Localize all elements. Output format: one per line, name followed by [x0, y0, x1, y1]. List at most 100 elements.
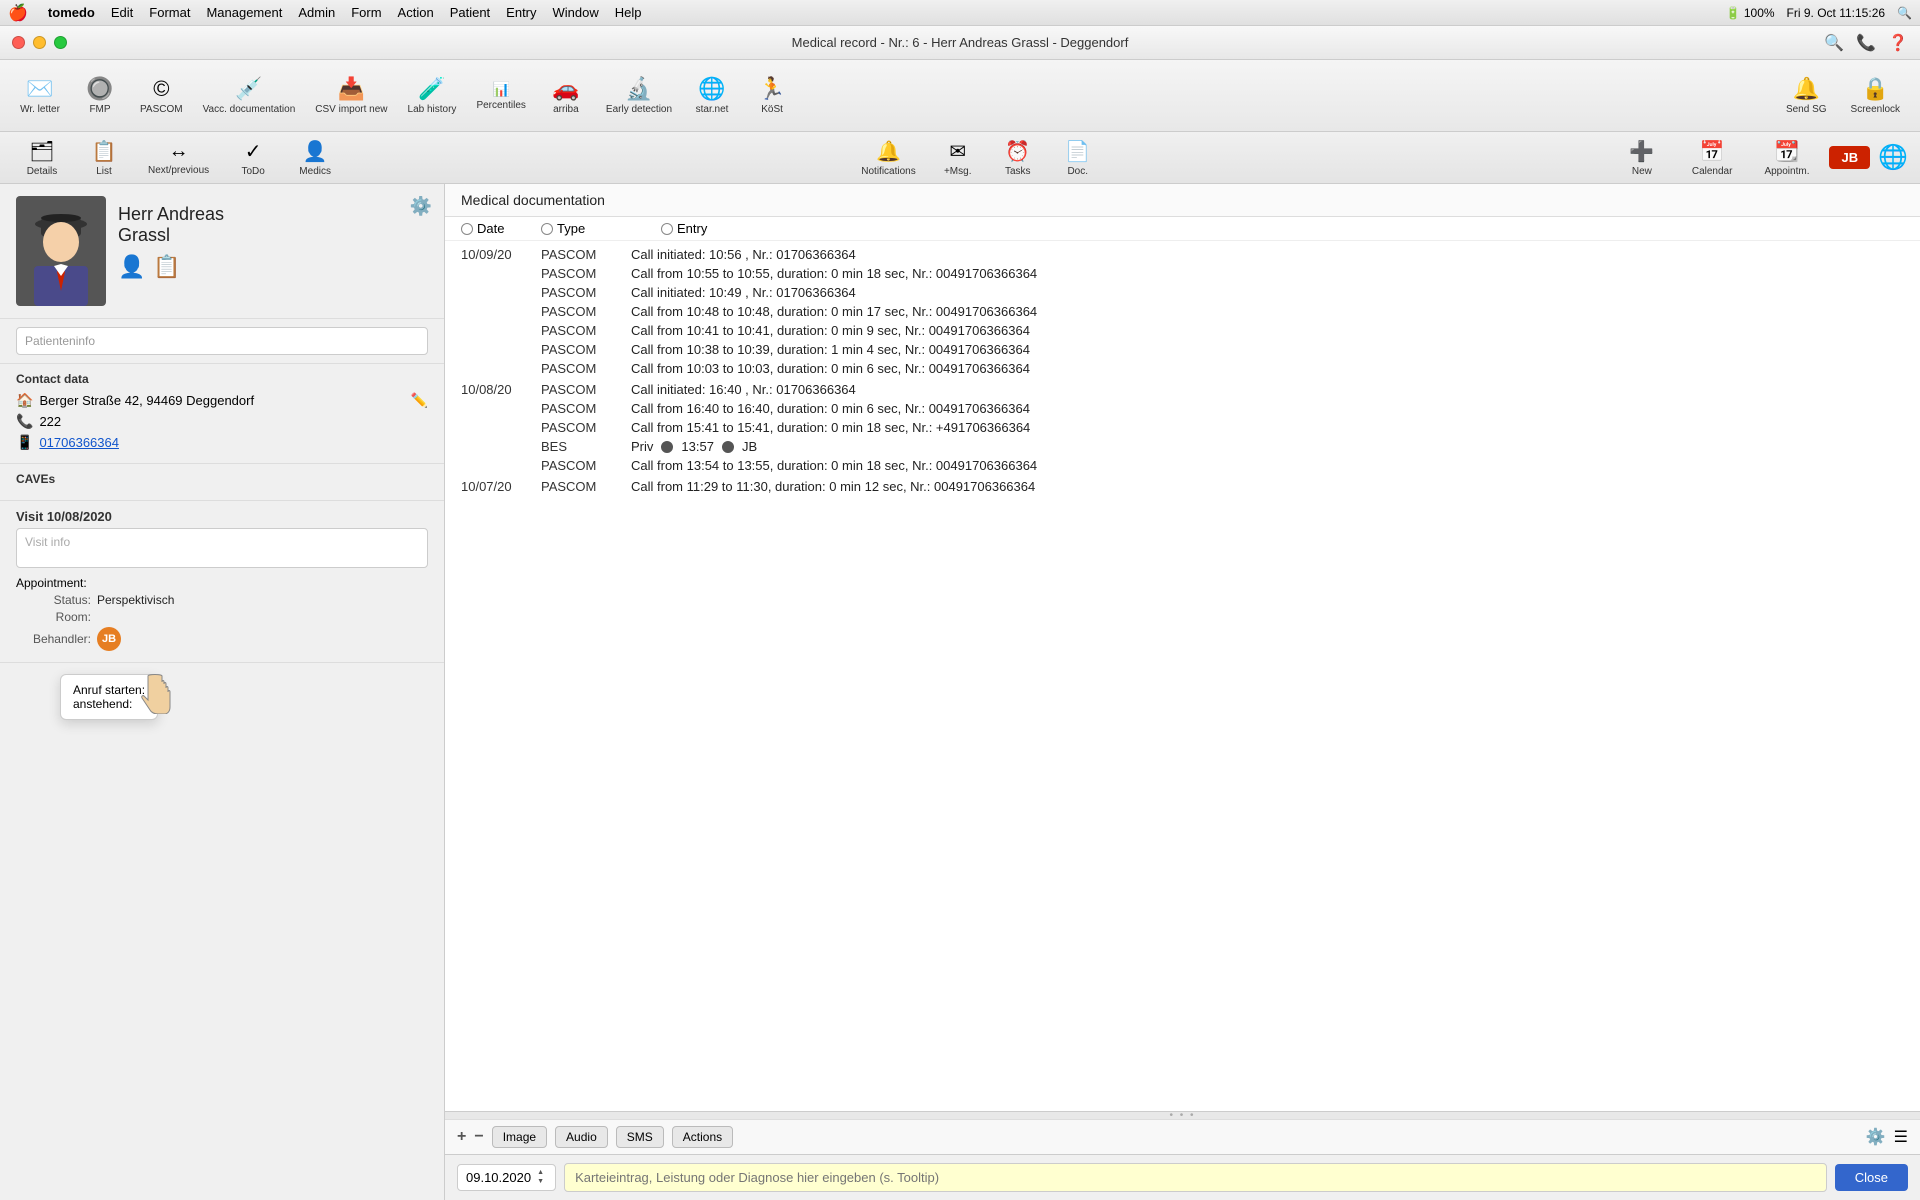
settings-gear-icon[interactable]: ⚙️: [1866, 1127, 1886, 1147]
calendar-button[interactable]: 📅 Calendar: [1680, 135, 1745, 181]
phone-icon[interactable]: 📞: [1856, 33, 1876, 53]
table-row[interactable]: PASCOM Call from 10:55 to 10:55, duratio…: [445, 264, 1920, 283]
table-row[interactable]: PASCOM Call from 10:41 to 10:41, duratio…: [445, 321, 1920, 340]
menu-window[interactable]: Window: [553, 5, 599, 20]
new-button[interactable]: ➕ New: [1612, 135, 1672, 181]
date-radio-btn[interactable]: [461, 223, 473, 235]
appointm-button[interactable]: 📆 Appointm.: [1752, 135, 1821, 181]
table-row[interactable]: PASCOM Call from 16:40 to 16:40, duratio…: [445, 399, 1920, 418]
patient-settings-button[interactable]: ⚙️: [410, 196, 432, 217]
arriba-button[interactable]: 🚗 arriba: [538, 70, 594, 121]
karteieintrag-input[interactable]: [564, 1163, 1827, 1192]
menu-edit[interactable]: Edit: [111, 5, 133, 20]
row-type: PASCOM: [541, 420, 631, 435]
close-window-button[interactable]: [12, 36, 25, 49]
percentiles-label: Percentiles: [476, 100, 525, 111]
entry-radio-btn[interactable]: [661, 223, 673, 235]
audio-button[interactable]: Audio: [555, 1126, 608, 1148]
patient-avatar: [16, 196, 106, 306]
menu-entry[interactable]: Entry: [506, 5, 536, 20]
actions-button[interactable]: Actions: [672, 1126, 733, 1148]
send-sg-button[interactable]: 🔔 Send SG: [1778, 70, 1835, 121]
table-row[interactable]: BES Priv 13:57 JB: [445, 437, 1920, 456]
list-button[interactable]: 📋 List: [74, 135, 134, 181]
contact-edit-button[interactable]: ✏️: [411, 392, 428, 409]
wr-letter-button[interactable]: ✉️ Wr. letter: [12, 70, 68, 121]
row-entry: Call from 10:41 to 10:41, duration: 0 mi…: [631, 323, 1904, 338]
early-detection-icon: 🔬: [625, 76, 652, 102]
resize-handle[interactable]: • • •: [445, 1111, 1920, 1119]
table-row[interactable]: PASCOM Call from 10:38 to 10:39, duratio…: [445, 340, 1920, 359]
patienteninfo-label: Patienteninfo: [25, 334, 95, 348]
close-button[interactable]: Close: [1835, 1164, 1908, 1191]
menu-format[interactable]: Format: [149, 5, 190, 20]
left-panel: ⚙️: [0, 184, 445, 1200]
table-row[interactable]: PASCOM Call from 15:41 to 15:41, duratio…: [445, 418, 1920, 437]
table-row[interactable]: PASCOM Call initiated: 10:49 , Nr.: 0170…: [445, 283, 1920, 302]
sms-button[interactable]: SMS: [616, 1126, 664, 1148]
patient-profile-icon[interactable]: 👤: [118, 254, 145, 280]
patient-notes-icon[interactable]: 📋: [153, 254, 180, 280]
maximize-window-button[interactable]: [54, 36, 67, 49]
tooltip-line2: anstehend:: [73, 697, 145, 711]
visit-info-box[interactable]: Visit info: [16, 528, 428, 568]
patienteninfo-box[interactable]: Patienteninfo: [16, 327, 428, 355]
todo-button[interactable]: ✓ ToDo: [223, 135, 283, 181]
csv-import-button[interactable]: 📥 CSV import new: [307, 70, 395, 121]
type-radio-btn[interactable]: [541, 223, 553, 235]
caves-section: CAVEs: [0, 464, 444, 501]
user-badge[interactable]: JB: [1829, 146, 1870, 169]
kost-button[interactable]: 🏃 KöSt: [744, 70, 800, 121]
table-row[interactable]: PASCOM Call from 10:03 to 10:03, duratio…: [445, 359, 1920, 378]
details-button[interactable]: 🗂 Details: [12, 135, 72, 181]
menu-patient[interactable]: Patient: [450, 5, 490, 20]
remove-entry-button[interactable]: −: [474, 1128, 483, 1146]
new-label: New: [1632, 166, 1652, 177]
globe-icon[interactable]: 🌐: [1878, 143, 1908, 172]
search-icon[interactable]: 🔍: [1897, 6, 1912, 20]
vacc-doc-icon: 💉: [235, 76, 262, 102]
notifications-button[interactable]: 🔔 Notifications: [849, 135, 927, 181]
next-prev-button[interactable]: ↔ Next/previous: [136, 136, 221, 180]
menu-action[interactable]: Action: [398, 5, 434, 20]
patient-section: ⚙️: [0, 184, 444, 319]
row-type: PASCOM: [541, 304, 631, 319]
behandler-avatar: JB: [97, 627, 121, 651]
app-name[interactable]: tomedo: [48, 5, 95, 20]
tasks-button[interactable]: ⏰ Tasks: [988, 135, 1048, 181]
menu-admin[interactable]: Admin: [298, 5, 335, 20]
table-row[interactable]: 10/09/20 PASCOM Call initiated: 10:56 , …: [445, 245, 1920, 264]
add-entry-button[interactable]: +: [457, 1128, 466, 1146]
vacc-doc-button[interactable]: 💉 Vacc. documentation: [195, 70, 304, 121]
row-date: 10/09/20: [461, 247, 541, 262]
fmp-icon: 🔘: [86, 76, 113, 102]
doc-button[interactable]: 📄 Doc.: [1048, 135, 1108, 181]
help-window-icon[interactable]: ❓: [1888, 33, 1908, 53]
table-row[interactable]: PASCOM Call from 10:48 to 10:48, duratio…: [445, 302, 1920, 321]
table-row[interactable]: 10/07/20 PASCOM Call from 11:29 to 11:30…: [445, 477, 1920, 496]
table-row[interactable]: 10/08/20 PASCOM Call initiated: 16:40 , …: [445, 380, 1920, 399]
menu-help[interactable]: Help: [615, 5, 642, 20]
menu-management[interactable]: Management: [206, 5, 282, 20]
menu-form[interactable]: Form: [351, 5, 381, 20]
table-row[interactable]: PASCOM Call from 13:54 to 13:55, duratio…: [445, 456, 1920, 475]
appointment-section: Appointment: Status: Perspektivisch Room…: [16, 576, 428, 651]
list-view-icon[interactable]: ☰: [1894, 1127, 1908, 1147]
pascom-button[interactable]: © PASCOM: [132, 70, 191, 121]
minimize-window-button[interactable]: [33, 36, 46, 49]
medics-button[interactable]: 👤 Medics: [285, 135, 345, 181]
screenlock-button[interactable]: 🔒 Screenlock: [1843, 70, 1908, 121]
date-decrement-button[interactable]: ▼: [537, 1178, 547, 1186]
msg-button[interactable]: ✉ +Msg.: [928, 135, 988, 181]
search-window-icon[interactable]: 🔍: [1824, 33, 1844, 53]
fmp-button[interactable]: 🔘 FMP: [72, 70, 128, 121]
percentiles-button[interactable]: 📊 Percentiles: [468, 75, 533, 117]
apple-menu[interactable]: 🍎: [8, 3, 28, 23]
lab-history-button[interactable]: 🧪 Lab history: [400, 70, 465, 121]
early-detection-button[interactable]: 🔬 Early detection: [598, 70, 680, 121]
image-button[interactable]: Image: [492, 1126, 547, 1148]
appointment-room-row: Room:: [16, 610, 428, 624]
date-increment-button[interactable]: ▲: [537, 1169, 547, 1177]
star-net-label: star.net: [696, 104, 729, 115]
star-net-button[interactable]: 🌐 star.net: [684, 70, 740, 121]
